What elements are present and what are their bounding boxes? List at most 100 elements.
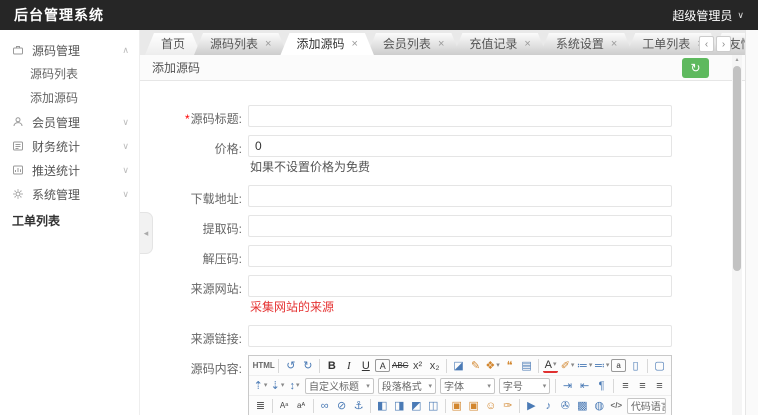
line-height-icon[interactable]: ↕ ▾ <box>287 378 302 394</box>
ordered-list-icon[interactable]: ≔ ▾ <box>577 358 593 374</box>
case-upper-icon[interactable]: Aᵃ <box>277 398 292 414</box>
code-language-select[interactable]: 代码语言▾ <box>626 397 667 414</box>
superscript-icon[interactable]: x² <box>410 358 425 374</box>
paste-filter-icon[interactable]: ▤ <box>519 358 534 374</box>
tab-prev-button[interactable]: ‹ <box>699 36 714 52</box>
lowercase-icon[interactable]: a <box>611 359 627 372</box>
emoji-icon[interactable]: ☺ <box>483 398 498 414</box>
sidebar-collapse-handle[interactable]: ◂ <box>140 212 153 254</box>
page-scroll-gutter[interactable] <box>745 30 758 415</box>
content-scrollbar[interactable]: ▴ <box>732 55 742 415</box>
sidebar-item-system-manage[interactable]: 系统管理 ∨ <box>0 182 139 206</box>
tab-recharge-records[interactable]: 充值记录 × <box>453 33 546 55</box>
price-input[interactable] <box>248 135 672 157</box>
tab-system-settings[interactable]: 系统设置 × <box>540 33 633 55</box>
undo-icon[interactable]: ↺ <box>283 358 298 374</box>
anchor-icon[interactable]: ⚓ <box>351 398 366 414</box>
paragraph-format-select[interactable]: 段落格式 ▾ <box>377 377 437 394</box>
video-icon[interactable]: ▶ <box>524 398 539 414</box>
indent-icon[interactable]: ⇥ <box>560 378 575 394</box>
new-doc-icon[interactable]: ▯ <box>628 358 643 374</box>
source-link-input[interactable] <box>248 325 672 347</box>
form-row: *源码标题: <box>140 105 745 127</box>
strikethrough-icon[interactable]: ABC <box>392 358 408 374</box>
font-color-icon[interactable]: A ▾ <box>543 359 559 373</box>
image-align-right-icon[interactable]: ◩ <box>409 398 424 414</box>
bold-icon[interactable]: B <box>324 358 339 374</box>
toolbar-separator <box>519 398 520 413</box>
blockquote-icon[interactable]: ❝ <box>502 358 517 374</box>
refresh-icon: ↻ <box>690 61 701 75</box>
attachment-icon[interactable]: ✇ <box>558 398 573 414</box>
sidebar-item-add-source[interactable]: 添加源码 <box>0 86 139 110</box>
refresh-button[interactable]: ↻ <box>682 58 709 78</box>
unzip-code-input[interactable] <box>248 245 672 267</box>
sidebar-item-push-stats[interactable]: 推送统计 ∨ <box>0 158 139 182</box>
font-size-select[interactable]: 字号 ▾ <box>498 377 551 394</box>
image-align-left-icon[interactable]: ◧ <box>375 398 390 414</box>
image-align-center-icon[interactable]: ◨ <box>392 398 407 414</box>
scrollbar-thumb[interactable] <box>733 66 741 271</box>
image-inline-icon[interactable]: ◫ <box>426 398 441 414</box>
sidebar-item-work-orders[interactable]: 工单列表 <box>0 208 139 232</box>
highlight-color-icon[interactable]: ✐ ▾ <box>560 358 575 374</box>
sidebar-item-source-manage[interactable]: 源码管理 ∧ <box>0 38 139 62</box>
align-left-icon[interactable]: ≡ <box>618 378 633 394</box>
unordered-list-icon[interactable]: ≕ ▾ <box>594 358 610 374</box>
chevron-down-icon: ∨ <box>122 188 129 199</box>
insert-image-icon[interactable]: ▣ <box>449 398 464 414</box>
sidebar-item-source-list[interactable]: 源码列表 <box>0 62 139 86</box>
scrawl-icon[interactable]: ✑ <box>500 398 515 414</box>
source-mode-icon[interactable]: HTML <box>253 358 275 374</box>
music-icon[interactable]: ♪ <box>541 398 556 414</box>
form-row: 提取码: <box>140 215 745 237</box>
map-icon[interactable]: ▩ <box>575 398 590 414</box>
case-lower-icon[interactable]: aᴬ <box>294 398 309 414</box>
toolbar-separator <box>312 398 314 413</box>
fullscreen-icon[interactable]: ▢ <box>652 358 667 374</box>
image-manager-icon[interactable]: ▣ <box>466 398 481 414</box>
close-icon[interactable]: × <box>438 33 444 55</box>
toolbar-separator <box>446 358 448 373</box>
underline-icon[interactable]: U <box>358 358 373 374</box>
gmap-icon[interactable]: ◍ <box>592 398 607 414</box>
tab-source-list[interactable]: 源码列表 × <box>194 33 287 55</box>
insert-code-icon[interactable]: </> <box>609 398 624 414</box>
redo-icon[interactable]: ↻ <box>300 358 315 374</box>
close-icon[interactable]: × <box>611 33 617 55</box>
subscript-icon[interactable]: x₂ <box>427 358 442 374</box>
paragraph-direction-icon[interactable]: ¶ <box>594 378 609 394</box>
outdent-icon[interactable]: ⇤ <box>577 378 592 394</box>
tab-home[interactable]: 首页 <box>145 33 201 55</box>
source-site-input[interactable] <box>248 275 672 297</box>
align-center-icon[interactable]: ≡ <box>635 378 650 394</box>
user-menu[interactable]: 超级管理员 ∨ <box>672 7 744 24</box>
sidebar-item-member-manage[interactable]: 会员管理 ∨ <box>0 110 139 134</box>
tab-label: 源码列表 <box>210 37 259 51</box>
format-brush-icon[interactable]: ✎ <box>468 358 483 374</box>
unlink-icon[interactable]: ⊘ <box>334 398 349 414</box>
align-right-icon[interactable]: ≡ <box>652 378 667 394</box>
tab-member-list[interactable]: 会员列表 × <box>367 33 460 55</box>
download-url-input[interactable] <box>248 185 672 207</box>
auto-typeset-icon[interactable]: ❖ ▾ <box>485 358 500 374</box>
extract-code-input[interactable] <box>248 215 672 237</box>
font-family-select[interactable]: 字体 ▾ <box>440 377 495 394</box>
top-margin-icon[interactable]: ⇡ ▾ <box>253 378 268 394</box>
close-icon[interactable]: × <box>524 33 530 55</box>
link-icon[interactable]: ∞ <box>317 398 332 414</box>
tab-next-button[interactable]: › <box>716 36 731 52</box>
scroll-up-icon[interactable]: ▴ <box>732 55 742 65</box>
sidebar-item-finance-stats[interactable]: 财务统计 ∨ <box>0 134 139 158</box>
close-icon[interactable]: × <box>351 33 357 55</box>
justify-icon[interactable]: ≣ <box>253 398 268 414</box>
tab-add-source[interactable]: 添加源码 × <box>280 33 373 55</box>
bottom-margin-icon[interactable]: ⇣ ▾ <box>270 378 285 394</box>
custom-title-select[interactable]: 自定义标题 ▾ <box>305 377 374 394</box>
gear-icon <box>12 188 26 200</box>
close-icon[interactable]: × <box>265 33 271 55</box>
source-title-input[interactable] <box>248 105 672 127</box>
font-border-icon[interactable]: A <box>375 359 391 372</box>
eraser-icon[interactable]: ◪ <box>451 358 466 374</box>
italic-icon[interactable]: I <box>341 358 356 374</box>
